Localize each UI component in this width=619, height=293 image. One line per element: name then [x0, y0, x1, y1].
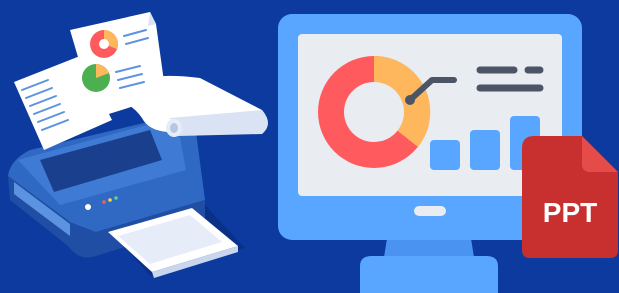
monitor-base: [360, 256, 498, 293]
printer-button-icon: [85, 204, 91, 210]
monitor-power-indicator: [414, 206, 446, 216]
scene-svg: PPT: [8, 12, 618, 293]
ppt-label: PPT: [543, 197, 597, 228]
ppt-file-icon: PPT: [522, 136, 618, 258]
illustration-scene: PPT: [0, 0, 619, 293]
